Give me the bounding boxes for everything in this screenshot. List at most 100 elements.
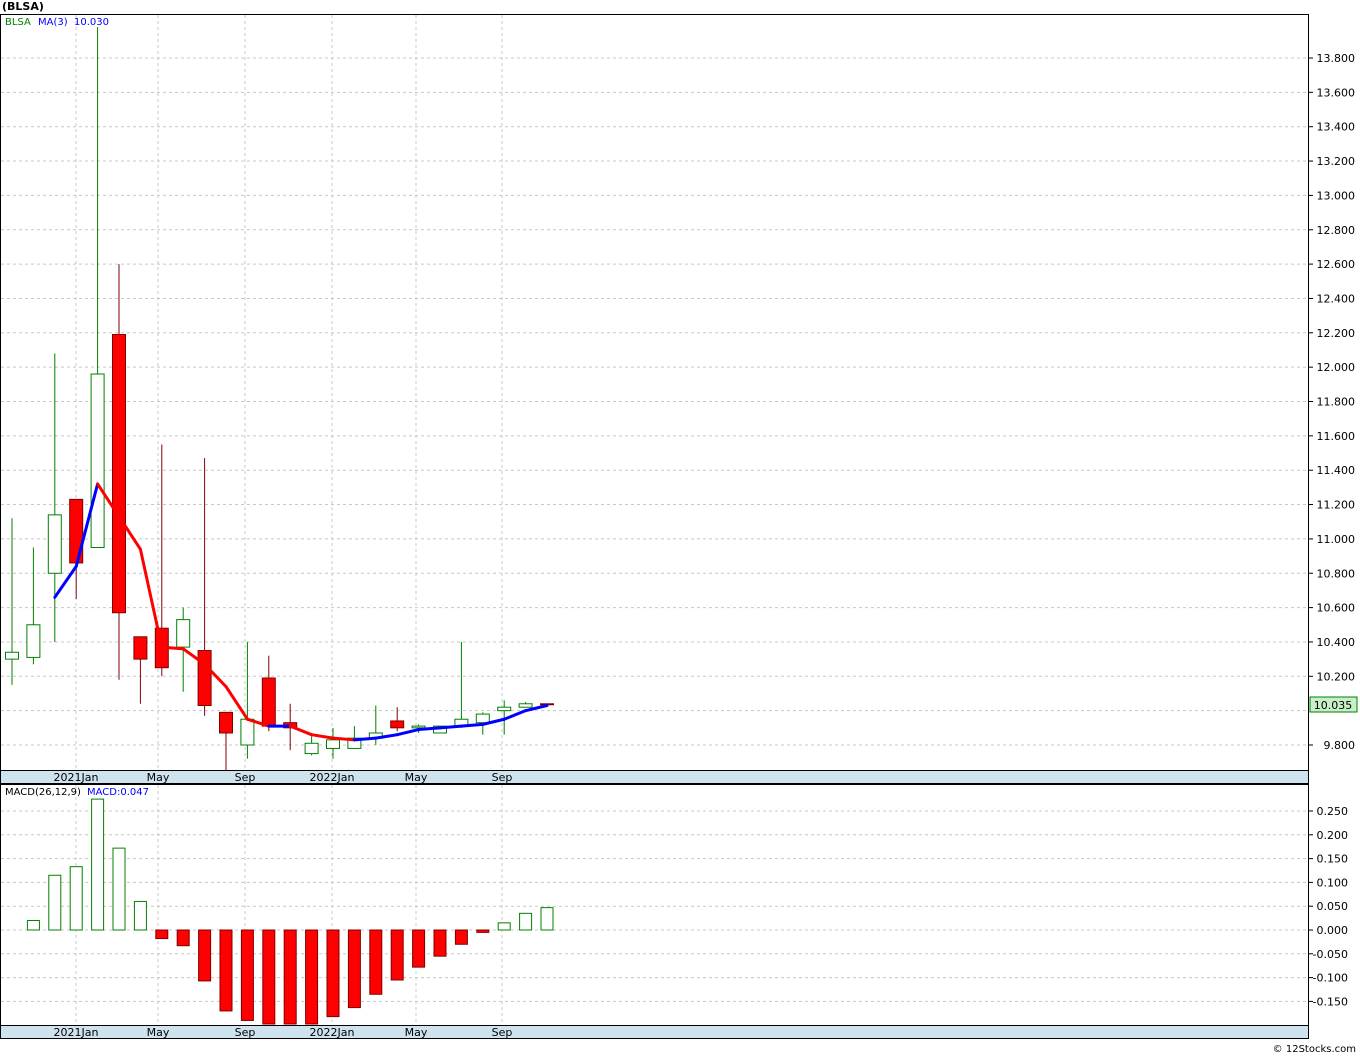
price-ytick-label: 11.400 [1317,464,1356,477]
macd-bar [497,922,511,931]
macd-xtick-label: Sep [235,1026,256,1039]
ma3-segment [417,726,442,732]
macd-xtick-label: Sep [492,1026,513,1039]
legend-ma: MA(3) [38,17,68,28]
candle-body [26,624,41,658]
price-ytick-label: 12.600 [1317,258,1356,271]
macd-bar [283,929,297,1025]
macd-ytick-label: 0.250 [1317,805,1349,818]
price-ytick-label: 10.400 [1317,636,1356,649]
ma3-segment [459,722,485,728]
macd-ytick-label: 0.100 [1317,876,1349,889]
macd-y-axis: 0.250 0.200 0.150 0.100 0.050 0.000 -0.050 -0.1… [1308,805,1348,1008]
copyright-footer: © 12Stocks.com [1272,1044,1356,1055]
macd-ytick-label: 0.150 [1317,853,1349,866]
legend-ma-value: 10.030 [74,17,109,28]
price-xtick-label: May [405,771,428,784]
candle-body [219,711,233,734]
candle-body [326,739,340,749]
price-ytick-label: 12.200 [1317,327,1356,340]
macd-bar [133,900,147,931]
price-ytick-label: 11.800 [1317,396,1356,409]
macd-bar [326,929,340,1018]
candle-body [411,725,426,729]
candle-body [518,703,533,708]
macd-bar [412,929,426,968]
macd-bar [369,929,383,995]
last-price-label: 10.035 [1314,699,1353,712]
macd-bar [390,929,404,981]
candle-body [261,677,276,727]
macd-ytick-label: 0.000 [1317,924,1349,937]
macd-bar [540,907,554,931]
macd-legend-name: MACD(26,12,9) [5,787,81,798]
macd-ytick-label: -0.150 [1313,995,1348,1008]
candle-body [90,373,105,548]
macd-ytick-label: 0.050 [1317,900,1349,913]
price-ytick-label: 12.800 [1317,224,1356,237]
macd-bar [219,929,233,1012]
macd-panel-frame [0,784,1309,1026]
price-ytick-label: 11.200 [1317,499,1356,512]
price-xtick-label: May [147,771,170,784]
macd-bar [198,929,212,982]
candle-body [304,742,319,755]
macd-bar [69,866,83,931]
price-ytick-label: 13.200 [1317,155,1356,168]
macd-bar [262,929,276,1025]
price-xtick-label: 2021Jan [54,771,99,784]
macd-ytick-label: 0.200 [1317,829,1349,842]
price-xtick-label: Sep [492,771,513,784]
price-x-axis-band [0,770,1309,784]
price-ytick-label: 13.400 [1317,121,1356,134]
macd-bar [305,929,319,1025]
candle-body [47,514,62,574]
candle-body [475,713,490,724]
candle-body [112,334,126,614]
macd-legend-value: MACD:0.047 [87,787,149,798]
macd-bar [91,798,105,931]
candle-body [5,651,19,660]
macd-bar [519,912,533,931]
macd-bar [347,929,361,1009]
macd-bar [26,919,40,931]
macd-bar [476,929,490,933]
macd-bar [433,929,447,957]
ma3-segment [438,724,463,730]
macd-bar [240,929,254,1021]
macd-bar [155,929,169,940]
price-ytick-label: 12.400 [1317,292,1356,305]
candle-body [497,706,512,712]
ma3-segment [331,736,356,742]
candle-body [133,636,148,660]
macd-xtick-label: May [147,1026,170,1039]
price-ytick-label: 10.800 [1317,567,1356,580]
macd-bar [48,874,62,931]
macd-x-axis-band [0,1025,1309,1039]
price-ytick-label: 10.600 [1317,602,1356,615]
candle-body [197,650,212,706]
price-y-axis: 13.800 13.600 13.400 13.200 13.000 12.800 12.6… [1308,52,1355,752]
macd-xtick-label: 2021Jan [54,1026,99,1039]
price-ytick-label: 13.000 [1317,189,1356,202]
price-ytick-label: 12.000 [1317,361,1356,374]
macd-bar [176,929,190,947]
price-ytick-label: 13.600 [1317,86,1356,99]
macd-ytick-label: -0.050 [1313,948,1348,961]
price-ytick-label: 10.200 [1317,670,1356,683]
macd-bar [454,929,468,945]
macd-bar [112,847,126,931]
price-xtick-label: Sep [235,771,256,784]
legend-symbol: BLSA [5,17,31,28]
price-ytick-label: 11.600 [1317,430,1356,443]
stock-chart: 13.800 13.600 13.400 13.200 13.000 12.800 12.6… [0,14,1358,1039]
price-ytick-label: 13.800 [1317,52,1356,65]
macd-ytick-label: -0.100 [1313,972,1348,985]
macd-xtick-label: May [405,1026,428,1039]
candle-body [176,619,191,648]
candle-body [240,718,255,746]
price-ytick-label: 11.000 [1317,533,1356,546]
price-xtick-label: 2022Jan [310,771,355,784]
ma3-segment [352,736,378,742]
candle-body [390,720,405,729]
